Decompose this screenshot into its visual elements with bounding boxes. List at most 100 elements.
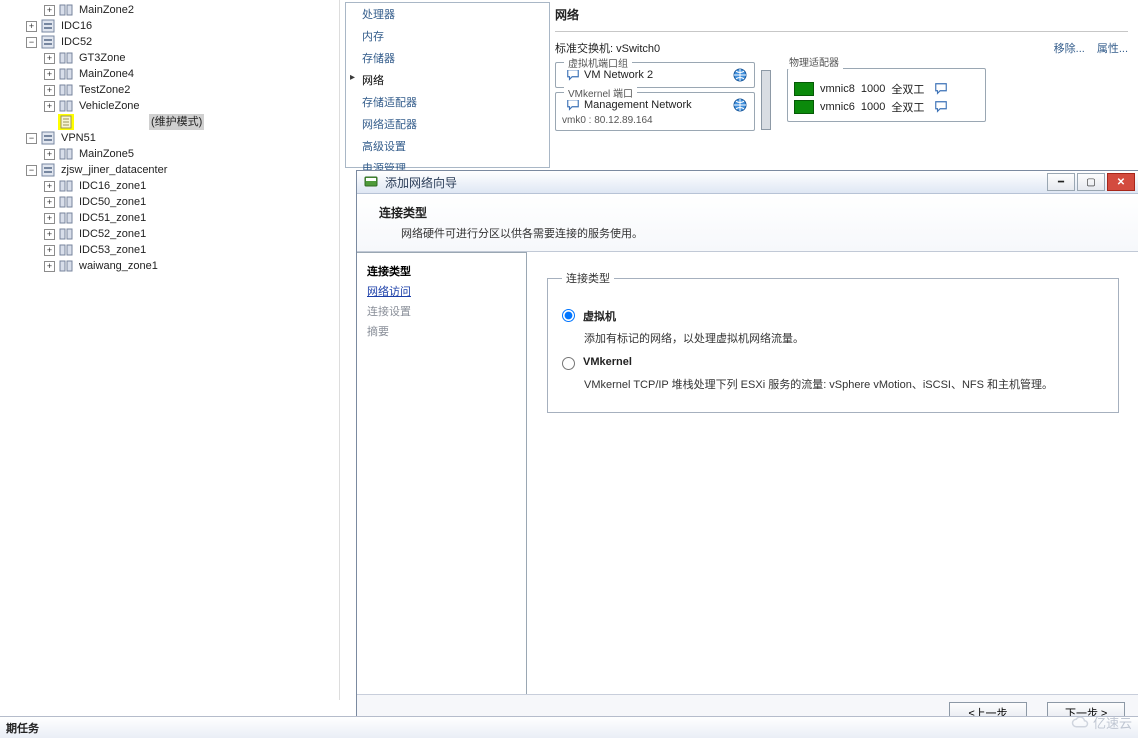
wizard-title: 添加网络向导 — [385, 174, 1045, 191]
tree-row[interactable]: (维护模式) — [0, 114, 339, 130]
hardware-nav-item[interactable]: 存储器 — [346, 47, 549, 69]
wizard-step[interactable]: 连接类型 — [367, 261, 516, 281]
dc-icon — [40, 34, 56, 50]
zone-icon — [58, 178, 74, 194]
tree-row[interactable]: +IDC16_zone1 — [0, 178, 339, 194]
vswitch-properties-link[interactable]: 属性... — [1097, 40, 1128, 56]
recent-tasks-label: 期任务 — [6, 723, 39, 735]
hardware-nav: 处理器内存存储器网络存储适配器网络适配器高级设置电源管理 — [345, 2, 550, 168]
option-vmkernel-radio[interactable] — [562, 357, 575, 370]
wizard-step: 连接设置 — [367, 301, 516, 321]
tree-row[interactable]: −VPN51 — [0, 130, 339, 146]
nic-duplex: 全双工 — [891, 99, 924, 115]
tree-row[interactable]: +MainZone5 — [0, 146, 339, 162]
window-minimize-button[interactable]: ━ — [1047, 173, 1075, 191]
option-vmkernel-desc: VMkernel TCP/IP 堆栈处理下列 ESXi 服务的流量: vSphe… — [584, 376, 1104, 392]
recent-tasks-header[interactable]: 期任务 — [0, 716, 1138, 738]
physical-adapters-box: 物理适配器 vmnic81000全双工vmnic61000全双工 — [787, 68, 986, 122]
expand-toggle-icon[interactable]: + — [44, 229, 55, 240]
tree-row[interactable]: +GT3Zone — [0, 50, 339, 66]
network-globe-icon — [732, 97, 748, 113]
zone-icon — [58, 66, 74, 82]
expand-toggle-icon[interactable]: + — [44, 181, 55, 192]
wizard-step[interactable]: 网络访问 — [367, 281, 516, 301]
wizard-titlebar[interactable]: 添加网络向导 ━ ▢ ✕ — [357, 171, 1138, 194]
vmkernel-name: Management Network — [584, 99, 728, 111]
connection-type-legend: 连接类型 — [562, 270, 614, 286]
expand-toggle-icon[interactable]: + — [44, 197, 55, 208]
nic-chip-icon — [794, 100, 814, 114]
collapse-toggle-icon[interactable]: − — [26, 37, 37, 48]
nic-duplex: 全双工 — [891, 81, 924, 97]
wizard-header-title: 连接类型 — [379, 204, 1123, 221]
zone-icon — [58, 98, 74, 114]
expand-toggle-icon[interactable]: + — [44, 85, 55, 96]
dc-icon — [40, 18, 56, 34]
option-vm-desc: 添加有标记的网络，以处理虚拟机网络流量。 — [584, 330, 1104, 346]
expand-toggle-icon[interactable]: + — [44, 245, 55, 256]
tree-row[interactable]: +IDC53_zone1 — [0, 242, 339, 258]
vswitch-diagram: 虚拟机端口组 VM Network 2 — [555, 62, 1128, 142]
tree-row[interactable]: +MainZone4 — [0, 66, 339, 82]
physical-nic-row[interactable]: vmnic81000全双工 — [794, 81, 979, 97]
tree-row[interactable]: −IDC52 — [0, 34, 339, 50]
nic-speed: 1000 — [861, 101, 885, 113]
zone-icon — [58, 146, 74, 162]
vswitch-backbone-icon — [755, 62, 777, 142]
tree-row[interactable]: +IDC16 — [0, 18, 339, 34]
expand-toggle-icon[interactable]: + — [44, 213, 55, 224]
tree-row[interactable]: +TestZone2 — [0, 82, 339, 98]
collapse-toggle-icon[interactable]: − — [26, 165, 37, 176]
hardware-nav-item[interactable]: 网络 — [346, 69, 549, 91]
hardware-nav-item[interactable]: 存储适配器 — [346, 91, 549, 113]
hardware-nav-item[interactable]: 网络适配器 — [346, 113, 549, 135]
expand-toggle-icon[interactable]: + — [44, 101, 55, 112]
hardware-nav-item[interactable]: 高级设置 — [346, 135, 549, 157]
tree-row[interactable]: + VehicleZone — [0, 98, 339, 114]
nic-chip-icon — [794, 82, 814, 96]
zone-icon — [58, 242, 74, 258]
tree-item-label: zjsw_jiner_datacenter — [59, 162, 169, 178]
expand-toggle-icon[interactable]: + — [44, 5, 55, 16]
add-network-wizard: 添加网络向导 ━ ▢ ✕ 连接类型 网络硬件可进行分区以供各需要连接的服务使用。… — [356, 170, 1138, 732]
speech-bubble-icon[interactable] — [934, 82, 948, 96]
hardware-nav-item[interactable]: 内存 — [346, 25, 549, 47]
window-close-button[interactable]: ✕ — [1107, 173, 1135, 191]
speech-bubble-icon[interactable] — [934, 100, 948, 114]
window-maximize-button[interactable]: ▢ — [1077, 173, 1105, 191]
expand-toggle-icon[interactable]: + — [44, 261, 55, 272]
wizard-icon — [363, 174, 379, 190]
vmkernel-caption: VMkernel 端口 — [564, 85, 637, 100]
physical-nic-row[interactable]: vmnic61000全双工 — [794, 99, 979, 115]
tree-row[interactable]: + IDC52_zone1 — [0, 226, 339, 242]
expand-toggle-icon[interactable]: + — [44, 149, 55, 160]
speech-bubble-icon[interactable] — [566, 68, 580, 82]
hardware-nav-item[interactable]: 处理器 — [346, 3, 549, 25]
speech-bubble-icon[interactable] — [566, 98, 580, 112]
network-globe-icon — [732, 67, 748, 83]
option-vm-radio[interactable] — [562, 309, 575, 322]
tree-item-label: IDC52_zone1 — [77, 226, 148, 242]
zone-icon — [58, 210, 74, 226]
tree-row[interactable]: − zjsw_jiner_datacenter — [0, 162, 339, 178]
tree-item-label: VehicleZone — [77, 98, 142, 114]
collapse-toggle-icon[interactable]: − — [26, 133, 37, 144]
expand-toggle-icon[interactable]: + — [44, 53, 55, 64]
tree-item-label: waiwang_zone1 — [77, 258, 160, 274]
zone-icon — [58, 82, 74, 98]
tree-row[interactable]: + IDC51_zone1 — [0, 210, 339, 226]
wizard-step-list: 连接类型网络访问连接设置摘要 — [357, 252, 527, 694]
vmkernel-portgroup-box[interactable]: VMkernel 端口 Management Network vmk — [555, 92, 755, 131]
nic-name: vmnic8 — [820, 83, 855, 95]
remove-vswitch-link[interactable]: 移除... — [1054, 40, 1085, 56]
vm-portgroup-name: VM Network 2 — [584, 69, 728, 81]
tree-row[interactable]: + IDC50_zone1 — [0, 194, 339, 210]
expand-toggle-icon[interactable]: + — [44, 69, 55, 80]
expand-toggle-icon[interactable]: + — [26, 21, 37, 32]
dc-icon — [40, 130, 56, 146]
tree-row[interactable]: + waiwang_zone1 — [0, 258, 339, 274]
wizard-header: 连接类型 网络硬件可进行分区以供各需要连接的服务使用。 — [357, 194, 1138, 252]
tree-item-label: IDC50_zone1 — [77, 194, 148, 210]
tree-row[interactable]: +MainZone2 — [0, 2, 339, 18]
tree-item-label: IDC51_zone1 — [77, 210, 148, 226]
